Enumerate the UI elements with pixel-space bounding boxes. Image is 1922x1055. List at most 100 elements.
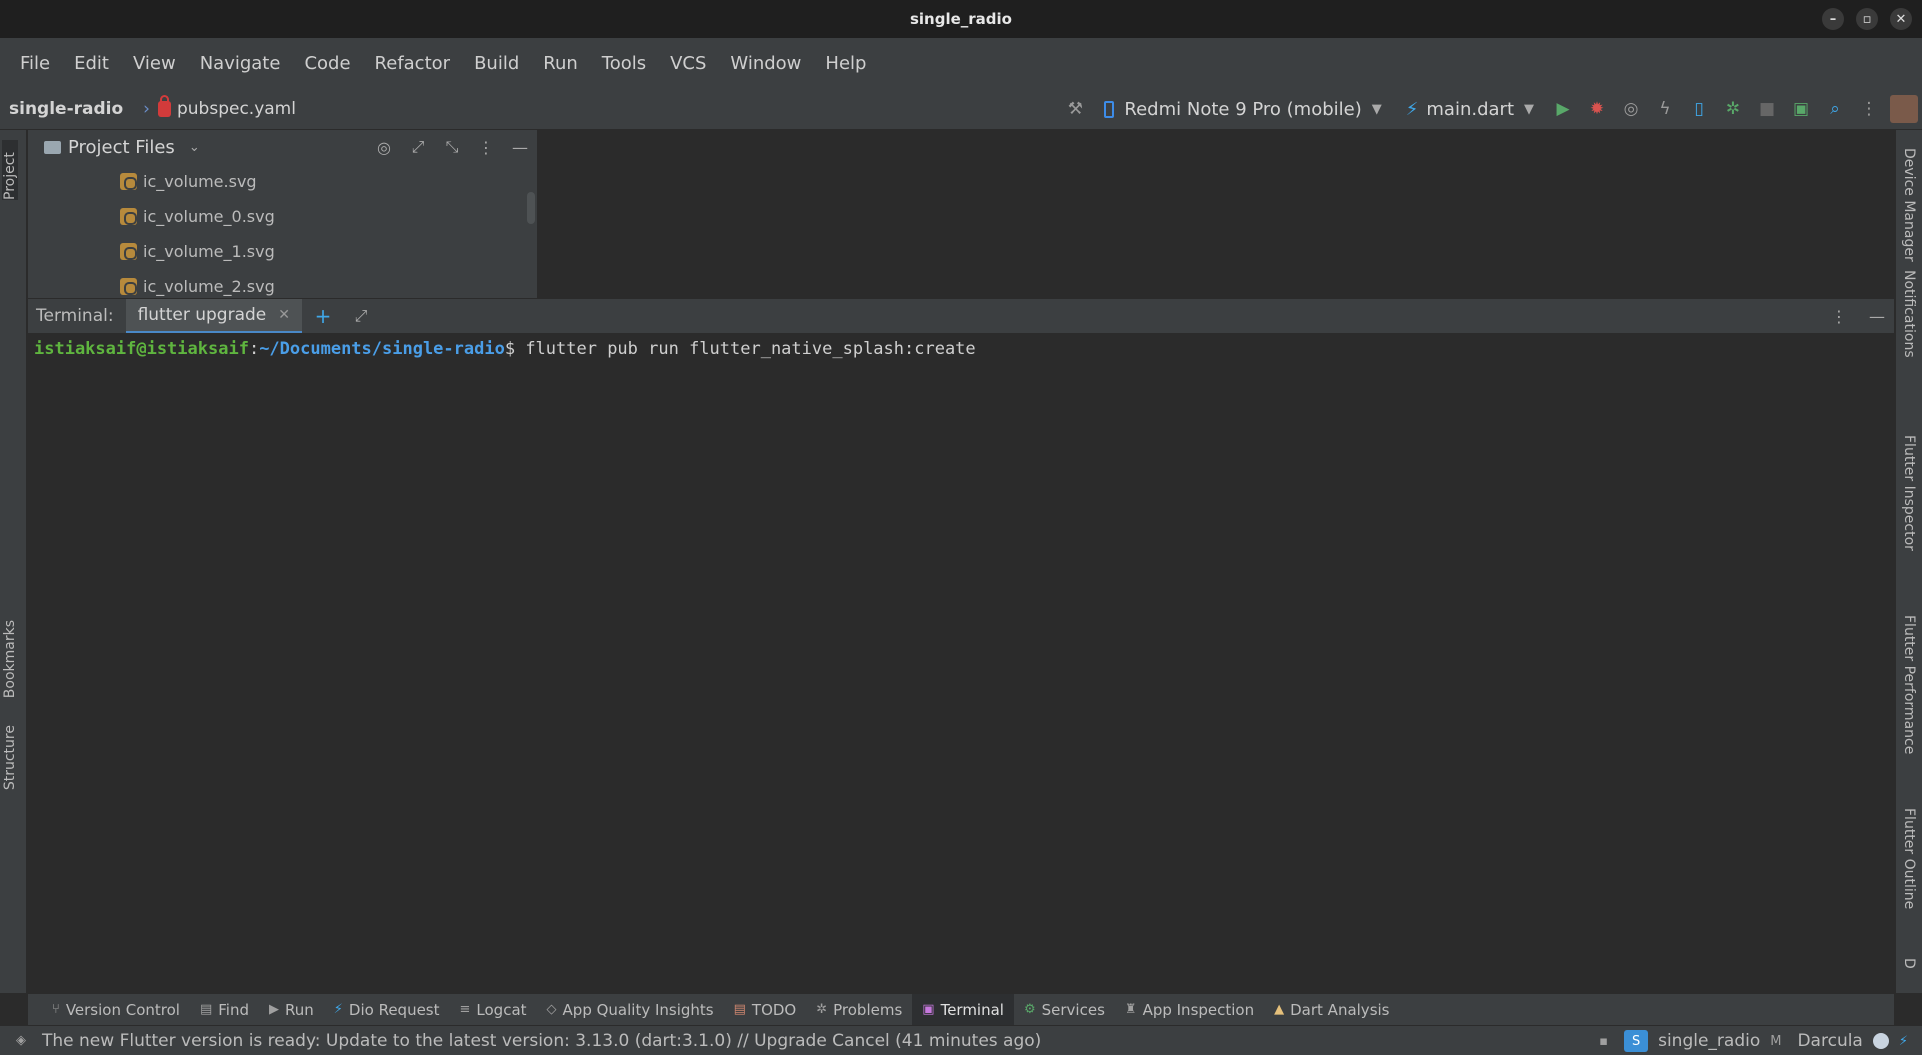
menu-build[interactable]: Build	[462, 53, 531, 74]
tab-run[interactable]: ▶ Run	[259, 994, 324, 1026]
tab-app-quality-insights[interactable]: ◇ App Quality Insights	[537, 994, 724, 1026]
menu-tools[interactable]: Tools	[590, 53, 658, 74]
tool-window-notifications[interactable]: Notifications	[1901, 270, 1917, 358]
menu-run[interactable]: Run	[531, 53, 590, 74]
flutter-icon[interactable]: ⚡	[1899, 1034, 1908, 1049]
hide-panel-icon[interactable]: —	[1860, 300, 1894, 334]
editor-area[interactable]	[539, 130, 1895, 298]
tab-label: TODO	[751, 1000, 797, 1019]
menu-refactor[interactable]: Refactor	[363, 53, 463, 74]
menu-edit[interactable]: Edit	[62, 53, 121, 74]
debug-icon[interactable]: ✹	[1580, 92, 1614, 126]
layers-icon: ◈	[16, 1033, 26, 1048]
tab-find[interactable]: ▤ Find	[190, 994, 259, 1026]
tab-problems[interactable]: ✲ Problems	[806, 994, 912, 1026]
breadcrumb-project[interactable]: single-radio	[9, 99, 123, 119]
menu-vcs[interactable]: VCS	[658, 53, 718, 74]
tool-window-flutter-outline[interactable]: Flutter Outline	[1901, 808, 1917, 909]
avatar[interactable]	[1890, 95, 1918, 123]
tool-window-project[interactable]: Project	[2, 140, 18, 200]
more-vertical-icon[interactable]: ⋮	[469, 130, 503, 164]
find-icon: ▤	[199, 1002, 213, 1017]
left-tool-stripe: Project Bookmarks Structure	[0, 130, 27, 993]
close-icon[interactable]: ✕	[278, 307, 290, 323]
search-icon[interactable]: ⌕	[1818, 92, 1852, 126]
profile-icon[interactable]: ◎	[1614, 92, 1648, 126]
menu-navigate[interactable]: Navigate	[188, 53, 293, 74]
status-theme[interactable]: Darcula	[1797, 1031, 1862, 1051]
terminal-command: flutter pub run flutter_native_splash:cr…	[525, 339, 976, 359]
tab-todo[interactable]: ▤ TODO	[724, 994, 807, 1026]
device-selector[interactable]: Redmi Note 9 Pro (mobile) ▼	[1104, 99, 1382, 120]
tool-window-flutter-inspector[interactable]: Flutter Inspector	[1901, 435, 1917, 551]
run-config-selector[interactable]: ⚡ main.dart ▼	[1406, 99, 1534, 120]
tool-window-structure[interactable]: Structure	[2, 725, 18, 790]
terminal-output[interactable]: istiaksaif@istiaksaif:~/Documents/single…	[28, 333, 1894, 993]
terminal-tools: ⋮ —	[1818, 299, 1894, 334]
menu-help[interactable]: Help	[813, 53, 878, 74]
menu-file[interactable]: File	[8, 53, 62, 74]
stop-icon[interactable]: ■	[1750, 92, 1784, 126]
expand-icon[interactable]: ⤢	[344, 299, 378, 333]
tool-window-flutter-performance[interactable]: Flutter Performance	[1901, 615, 1917, 754]
collapse-all-icon[interactable]: ⤡	[435, 130, 469, 164]
tab-label: Run	[285, 1000, 314, 1019]
menu-code[interactable]: Code	[292, 53, 362, 74]
tab-label: Logcat	[476, 1000, 527, 1019]
expand-all-icon[interactable]: ⤢	[401, 130, 435, 164]
build-hammer-icon[interactable]: ⚒	[1058, 92, 1092, 126]
navigation-bar: single-radio › pubspec.yaml ⚒ Redmi Note…	[0, 88, 1922, 130]
prompt-path: ~/Documents/single-radio	[259, 339, 505, 359]
menu-window[interactable]: Window	[718, 53, 813, 74]
menu-bar: File Edit View Navigate Code Refactor Bu…	[0, 38, 1922, 88]
tool-window-d[interactable]: D	[1901, 958, 1917, 969]
window-controls: – ▫ ✕	[1822, 8, 1912, 30]
device-manager-icon[interactable]: ▣	[1784, 92, 1818, 126]
scrollbar[interactable]	[527, 192, 535, 224]
svg-file-icon	[120, 173, 137, 190]
terminal-tab[interactable]: flutter upgrade ✕	[125, 298, 302, 334]
tab-label: Terminal	[940, 1000, 1004, 1019]
project-view-selector[interactable]: Project Files	[68, 137, 175, 158]
window-title: single_radio	[909, 10, 1012, 28]
locate-file-icon[interactable]: ◎	[367, 130, 401, 164]
hot-restart-icon[interactable]: ▯	[1682, 92, 1716, 126]
tool-window-bookmarks[interactable]: Bookmarks	[2, 620, 18, 698]
new-terminal-icon[interactable]: +	[306, 299, 340, 333]
run-icon[interactable]: ▶	[1546, 92, 1580, 126]
chevron-down-icon[interactable]: ⌄	[189, 140, 200, 155]
maximize-button[interactable]: ▫	[1856, 8, 1878, 30]
svg-file-icon	[120, 278, 137, 295]
file-tree-item[interactable]: ic_volume.svg	[28, 164, 537, 199]
hide-panel-icon[interactable]: —	[503, 130, 537, 164]
attach-debugger-icon[interactable]: ✲	[1716, 92, 1750, 126]
menu-view[interactable]: View	[121, 53, 188, 74]
tab-label: App Inspection	[1142, 1000, 1255, 1019]
tab-dart-analysis[interactable]: ▲ Dart Analysis	[1264, 994, 1399, 1026]
tab-dio-request[interactable]: ⚡ Dio Request	[324, 994, 450, 1026]
close-button[interactable]: ✕	[1890, 8, 1912, 30]
logcat-icon: ≡	[459, 1002, 471, 1017]
more-vertical-icon[interactable]: ⋮	[1852, 92, 1886, 126]
tab-logcat[interactable]: ≡ Logcat	[450, 994, 537, 1026]
minimize-button[interactable]: –	[1822, 8, 1844, 30]
file-tree-item[interactable]: ic_volume_1.svg	[28, 234, 537, 269]
breadcrumb-file[interactable]: pubspec.yaml	[177, 99, 296, 119]
tab-app-inspection[interactable]: ♜ App Inspection	[1115, 994, 1264, 1026]
tool-window-device-manager[interactable]: Device Manager	[1901, 148, 1917, 262]
flutter-icon: ⚡	[333, 1002, 343, 1017]
right-tool-stripe: Device Manager Notifications Flutter Ins…	[1895, 130, 1922, 993]
run-config-name: main.dart	[1426, 98, 1514, 120]
more-vertical-icon[interactable]: ⋮	[1822, 300, 1856, 334]
file-tree-item[interactable]: ic_volume_0.svg	[28, 199, 537, 234]
event-log-icon[interactable]: ▪	[1599, 1034, 1608, 1049]
tab-services[interactable]: ⚙ Services	[1014, 994, 1115, 1026]
inspection-icon: ♜	[1124, 1002, 1137, 1017]
status-project[interactable]: single_radio	[1658, 1031, 1760, 1051]
tab-version-control[interactable]: ⑂ Version Control	[42, 994, 190, 1026]
status-circle-icon[interactable]	[1872, 1033, 1889, 1049]
tab-terminal[interactable]: ▣ Terminal	[912, 993, 1014, 1026]
branch-icon: ⑂	[52, 1002, 60, 1017]
status-message[interactable]: The new Flutter version is ready: Update…	[42, 1031, 1041, 1051]
hot-reload-icon[interactable]: ϟ	[1648, 92, 1682, 126]
